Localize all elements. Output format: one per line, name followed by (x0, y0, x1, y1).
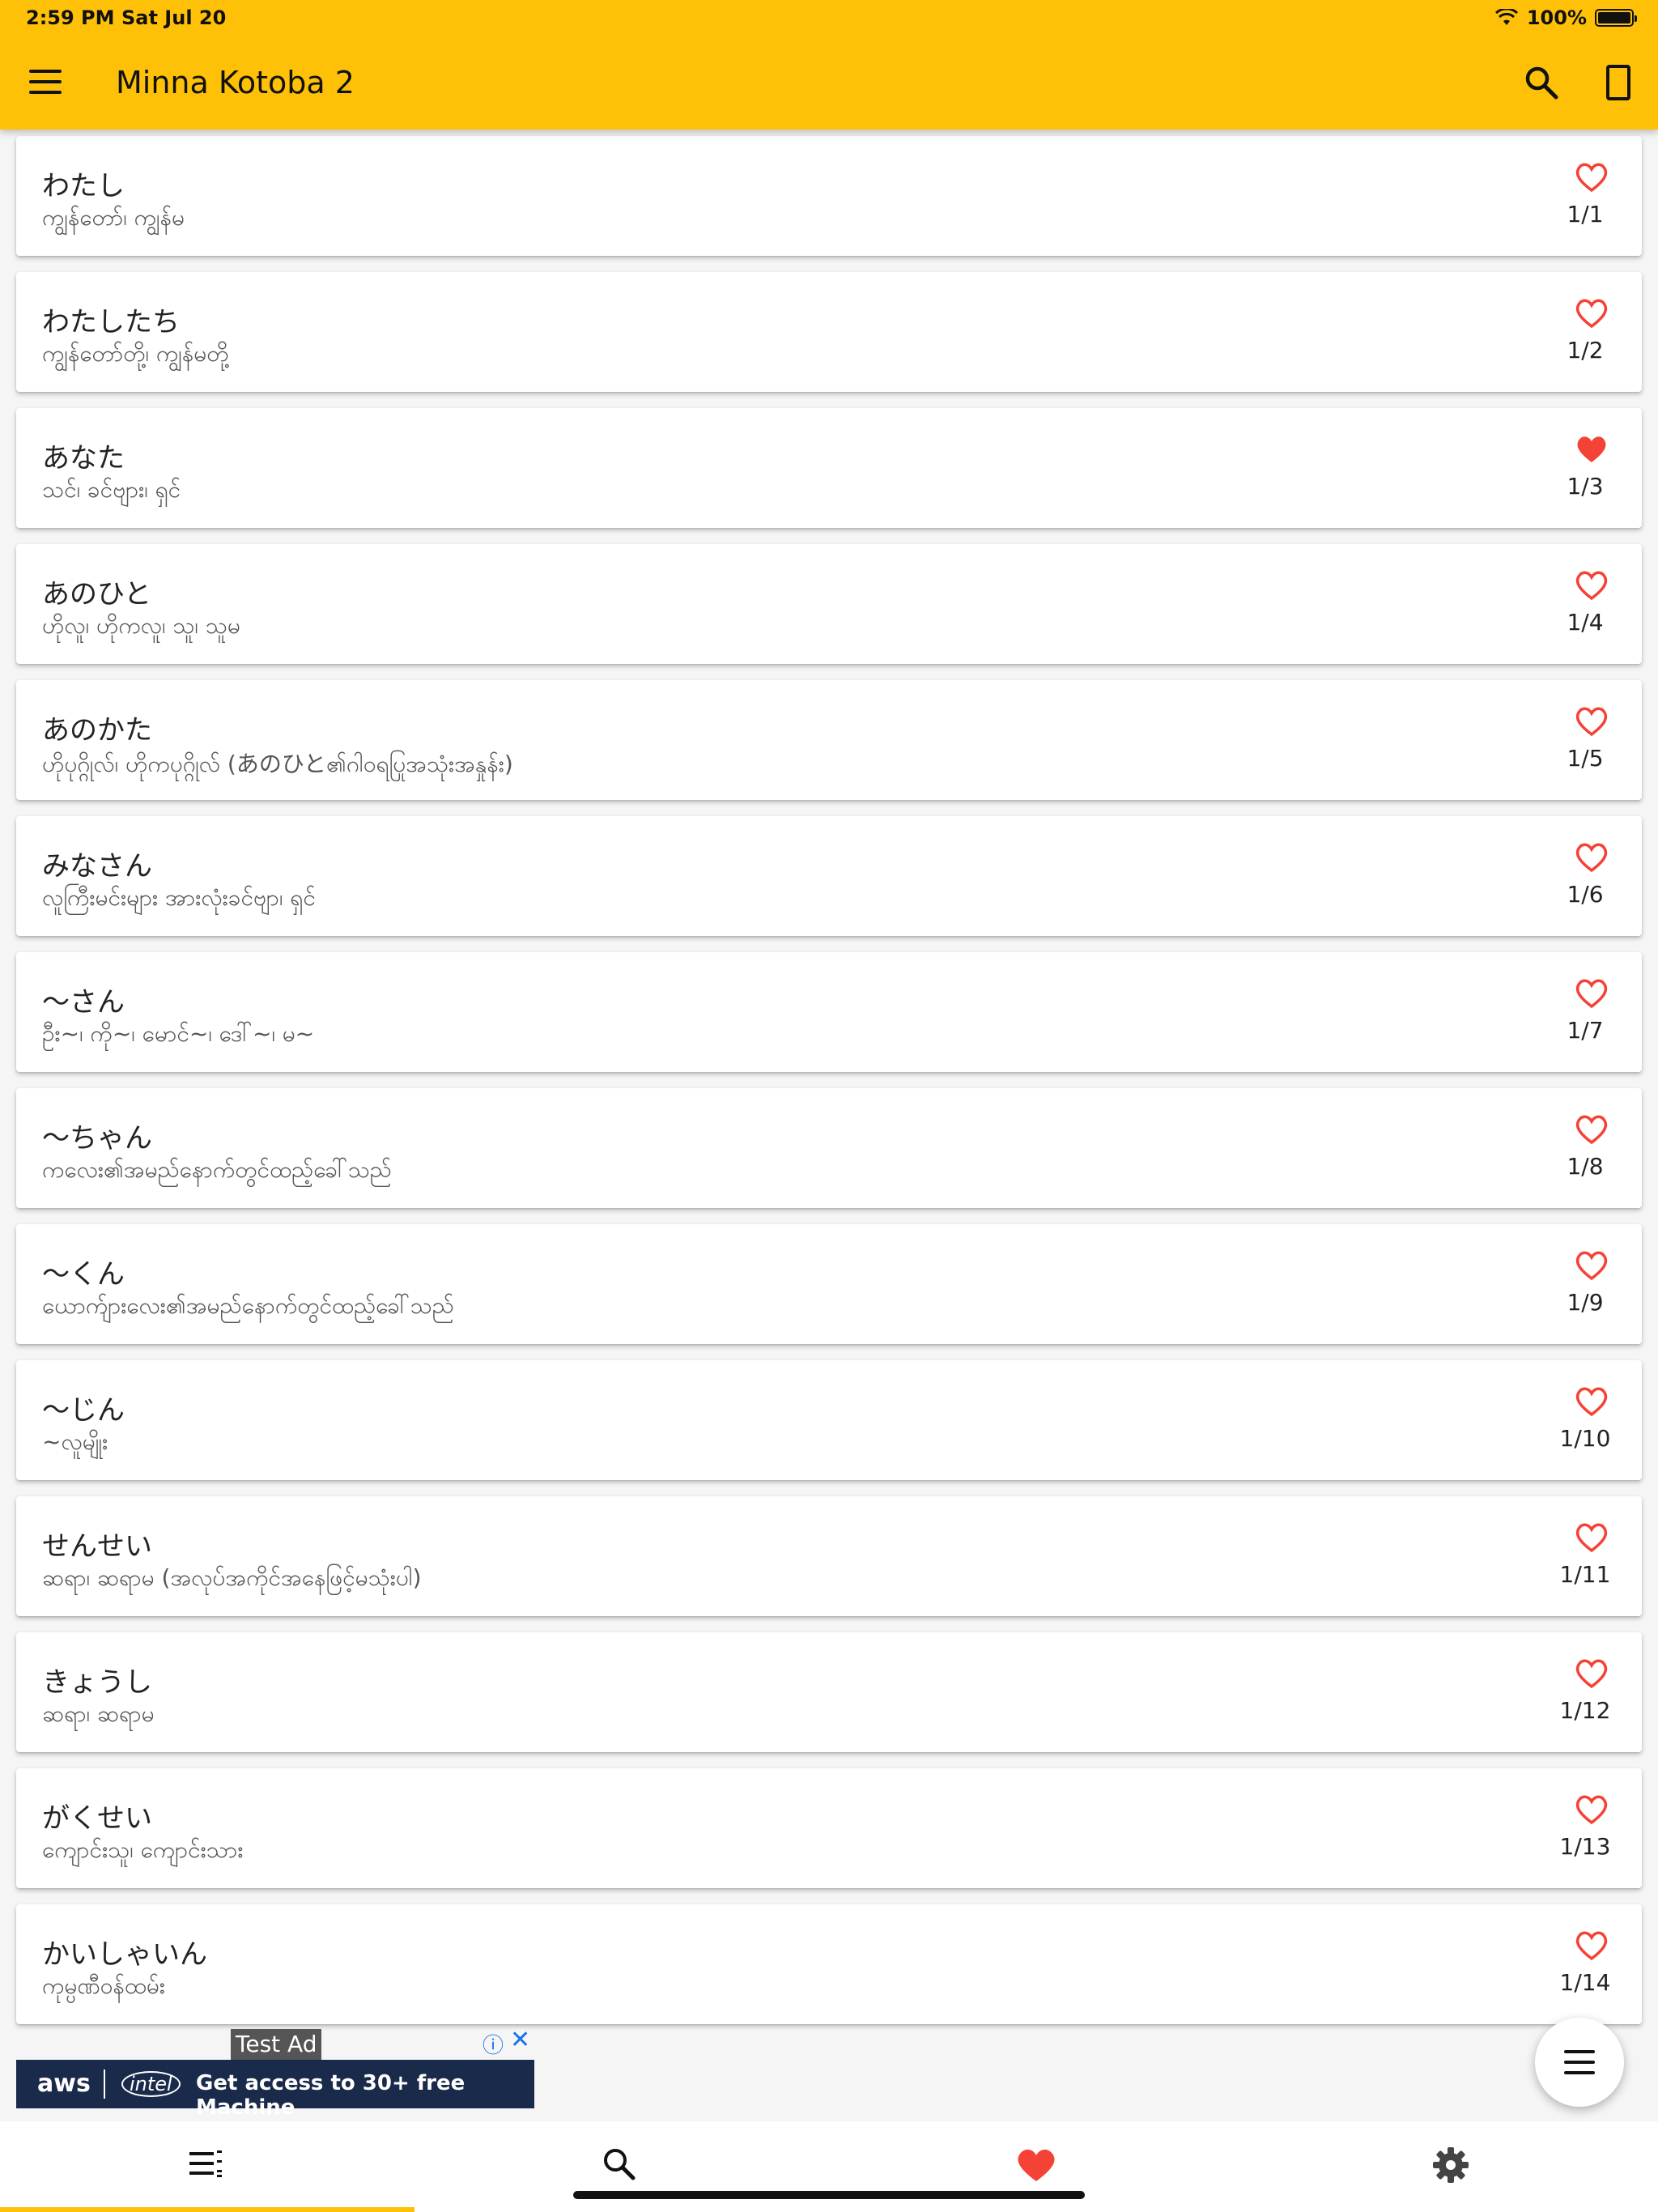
japanese-word: みなさん (42, 850, 152, 883)
item-number: 1/1 (1567, 201, 1604, 228)
myanmar-meaning: ဆရာ၊ ဆရာမ (42, 1700, 155, 1727)
myanmar-meaning: ဟိုပုဂ္ဂိုလ်၊ ဟိုကပုဂ္ဂိုလ် (あのひと၏ဂါဝရပြ… (42, 751, 513, 777)
myanmar-meaning: ကျွန်တော်၊ ကျွန်မ (42, 204, 185, 231)
myanmar-meaning: ဆရာ၊ ဆရာမ (အလုပ်အကိုင်အနေဖြင့်မသုံးပါ) (42, 1564, 422, 1591)
heart-icon[interactable] (1012, 2141, 1061, 2189)
list-item[interactable]: あのかた ဟိုပုဂ္ဂိုလ်၊ ဟိုကပုဂ္ဂိုလ် (あのひと၏ဂါ… (16, 680, 1642, 800)
item-number: 1/10 (1559, 1425, 1611, 1452)
status-date: Sat Jul 20 (121, 6, 227, 29)
list-item[interactable]: きょうし ဆရာ၊ ဆရာမ 1/12 (16, 1632, 1642, 1752)
myanmar-meaning: ဟိုလူ၊ ဟိုကလူ၊ သူ၊ သူမ (42, 612, 240, 639)
ad-banner[interactable]: aws intel Get access to 30+ free Machine (16, 2060, 534, 2120)
japanese-word: きょうし (42, 1666, 152, 1699)
japanese-word: ～ちゃん (42, 1122, 152, 1155)
battery-icon (1595, 9, 1637, 27)
list-item[interactable]: あなた သင်၊ ခင်ဗျား၊ ရှင် 1/3 (16, 408, 1642, 528)
myanmar-meaning: ဦး~၊ ကို~၊ မောင်~၊ ဒေါ်~၊ မ~ (42, 1020, 315, 1047)
japanese-word: せんせい (42, 1530, 152, 1563)
battery-percent: 100% (1526, 6, 1587, 29)
heart-outline-icon[interactable] (1574, 1385, 1609, 1417)
japanese-word: がくせい (42, 1802, 152, 1835)
japanese-word: かいしゃいん (42, 1938, 207, 1971)
heart-outline-icon[interactable] (1574, 704, 1609, 737)
ad-text: Get access to 30+ free Machine (196, 2071, 466, 2120)
intel-logo: intel (121, 2071, 181, 2097)
status-time: 2:59 PM (26, 6, 115, 29)
japanese-word: あのかた (42, 714, 152, 747)
myanmar-meaning: လူကြီးမင်းများ အားလုံးခင်ဗျာ၊ ရှင် (42, 884, 316, 911)
top-bar: 2:59 PM Sat Jul 20 100% Minna Kotoba 2 (0, 0, 1658, 130)
item-number: 1/4 (1567, 609, 1604, 636)
ad-divider (104, 2069, 105, 2099)
list-item[interactable]: みなさん လူကြီးမင်းများ အားလုံးခင်ဗျာ၊ ရှင် 1/… (16, 816, 1642, 936)
item-number: 1/11 (1559, 1561, 1611, 1588)
myanmar-meaning: ကုမ္ပဏီဝန်ထမ်း (42, 1972, 166, 1999)
list-item[interactable]: かいしゃいん ကုမ္ပဏီဝန်ထမ်း 1/14 (16, 1904, 1642, 2024)
search-icon[interactable] (596, 2141, 644, 2189)
myanmar-meaning: ကလေး၏အမည်နောက်တွင်ထည့်ခေါ်သည် (42, 1156, 392, 1183)
myanmar-meaning: ယောက်ျားလေး၏အမည်နောက်တွင်ထည့်ခေါ်သည် (42, 1292, 454, 1319)
info-icon[interactable]: ⓘ (483, 2029, 504, 2059)
item-number: 1/12 (1559, 1697, 1611, 1724)
aws-logo: aws (37, 2069, 91, 2098)
close-icon[interactable]: ✕ (510, 2026, 530, 2054)
japanese-word: ～さん (42, 986, 125, 1019)
heart-outline-icon[interactable] (1574, 1657, 1609, 1689)
ad-label: Test Ad (231, 2029, 322, 2060)
tablet-icon[interactable] (1606, 65, 1630, 100)
item-number: 1/13 (1559, 1833, 1611, 1860)
japanese-word: ～じん (42, 1394, 125, 1427)
list-item[interactable]: ～ちゃん ကလေး၏အမည်နောက်တွင်ထည့်ခေါ်သည် 1/8 (16, 1088, 1642, 1208)
heart-outline-icon[interactable] (1574, 568, 1609, 601)
myanmar-meaning: သင်၊ ခင်ဗျား၊ ရှင် (42, 476, 181, 503)
heart-outline-icon[interactable] (1574, 160, 1609, 193)
app-bar: Minna Kotoba 2 (0, 37, 1658, 130)
status-right: 100% (1494, 6, 1637, 29)
gear-icon[interactable] (1426, 2141, 1475, 2189)
heart-filled-icon[interactable] (1574, 432, 1609, 465)
list-item[interactable]: がくせい ကျောင်းသူ၊ ကျောင်းသား 1/13 (16, 1768, 1642, 1888)
item-number: 1/9 (1567, 1289, 1604, 1316)
heart-outline-icon[interactable] (1574, 976, 1609, 1009)
myanmar-meaning: ကျွန်တော်တို့၊ ကျွန်မတို့ (42, 340, 229, 367)
item-number: 1/5 (1567, 745, 1604, 772)
item-number: 1/6 (1567, 881, 1604, 908)
item-number: 1/7 (1567, 1017, 1604, 1044)
myanmar-meaning: ~လူမျိုး (42, 1428, 108, 1455)
home-indicator (573, 2191, 1085, 2199)
list-item[interactable]: ～くん ယောက်ျားလေး၏အမည်နောက်တွင်ထည့်ခေါ်သည် 1… (16, 1224, 1642, 1344)
japanese-word: わたし (42, 170, 125, 202)
japanese-word: あのひと (42, 578, 151, 610)
scroll-progress (0, 2207, 414, 2212)
list-item[interactable]: わたし ကျွန်တော်၊ ကျွန်မ 1/1 (16, 136, 1642, 256)
item-number: 1/2 (1567, 337, 1604, 364)
search-icon[interactable] (1522, 63, 1561, 102)
heart-outline-icon[interactable] (1574, 840, 1609, 873)
heart-outline-icon[interactable] (1574, 1929, 1609, 1961)
fab-menu-button[interactable] (1535, 2018, 1624, 2107)
status-bar: 2:59 PM Sat Jul 20 100% (0, 0, 1658, 37)
item-number: 1/8 (1567, 1153, 1604, 1180)
wifi-icon (1494, 9, 1518, 25)
japanese-word: ～くん (42, 1258, 125, 1291)
japanese-word: わたしたち (42, 306, 180, 338)
list-item[interactable]: ～じん ~လူမျိုး 1/10 (16, 1360, 1642, 1480)
item-number: 1/3 (1567, 473, 1604, 500)
item-number: 1/14 (1559, 1969, 1611, 1996)
list-item[interactable]: せんせい ဆရာ၊ ဆရာမ (အလုပ်အကိုင်အနေဖြင့်မသုံးပ… (16, 1496, 1642, 1616)
list-item[interactable]: ～さん ဦး~၊ ကို~၊ မောင်~၊ ဒေါ်~၊ မ~ 1/7 (16, 952, 1642, 1072)
myanmar-meaning: ကျောင်းသူ၊ ကျောင်းသား (42, 1836, 244, 1863)
list-item[interactable]: わたしたち ကျွန်တော်တို့၊ ကျွန်မတို့ 1/2 (16, 272, 1642, 392)
page-title: Minna Kotoba 2 (116, 65, 355, 100)
menu-icon[interactable] (29, 70, 62, 94)
japanese-word: あなた (42, 442, 125, 474)
heart-outline-icon[interactable] (1574, 1112, 1609, 1145)
list-item[interactable]: あのひと ဟိုလူ၊ ဟိုကလူ၊ သူ၊ သူမ 1/4 (16, 544, 1642, 664)
heart-outline-icon[interactable] (1574, 296, 1609, 329)
heart-outline-icon[interactable] (1574, 1793, 1609, 1825)
heart-outline-icon[interactable] (1574, 1249, 1609, 1281)
list-numbered-icon[interactable] (183, 2141, 232, 2189)
heart-outline-icon[interactable] (1574, 1521, 1609, 1553)
